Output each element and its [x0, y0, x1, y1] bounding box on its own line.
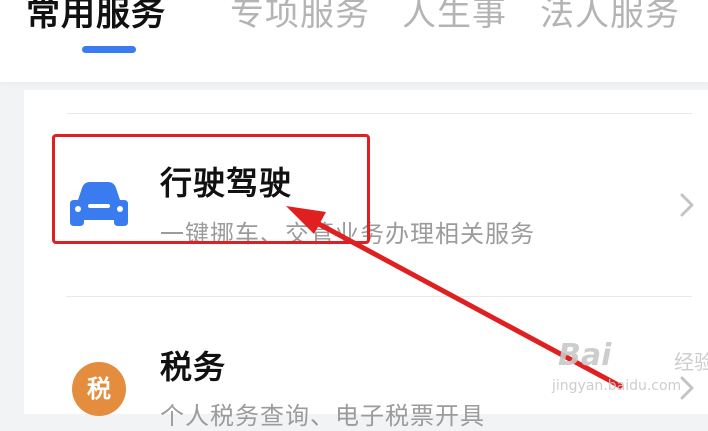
baidu-watermark: Bai 经验 jingyan.baidu.com — [548, 338, 708, 414]
watermark-brand-cn: 经验 — [674, 350, 708, 374]
list-divider — [66, 113, 692, 114]
service-title-tax: 税务 — [160, 348, 227, 386]
tab-legal-person-services[interactable]: 法人服务 — [540, 0, 680, 40]
watermark-brand: Bai — [558, 338, 612, 373]
chevron-right-icon — [680, 193, 694, 217]
watermark-url: jingyan.baidu.com — [552, 378, 682, 394]
tax-icon: 税 — [72, 362, 126, 416]
top-tab-bar: 常用服务 专项服务 人生事 法人服务 — [0, 0, 708, 82]
annotation-highlight-box — [52, 134, 370, 244]
list-divider — [66, 296, 692, 297]
tab-common-services[interactable]: 常用服务 — [26, 0, 166, 40]
tab-life-events[interactable]: 人生事 — [402, 0, 507, 40]
tab-special-services[interactable]: 专项服务 — [230, 0, 370, 40]
active-tab-indicator — [82, 46, 136, 53]
